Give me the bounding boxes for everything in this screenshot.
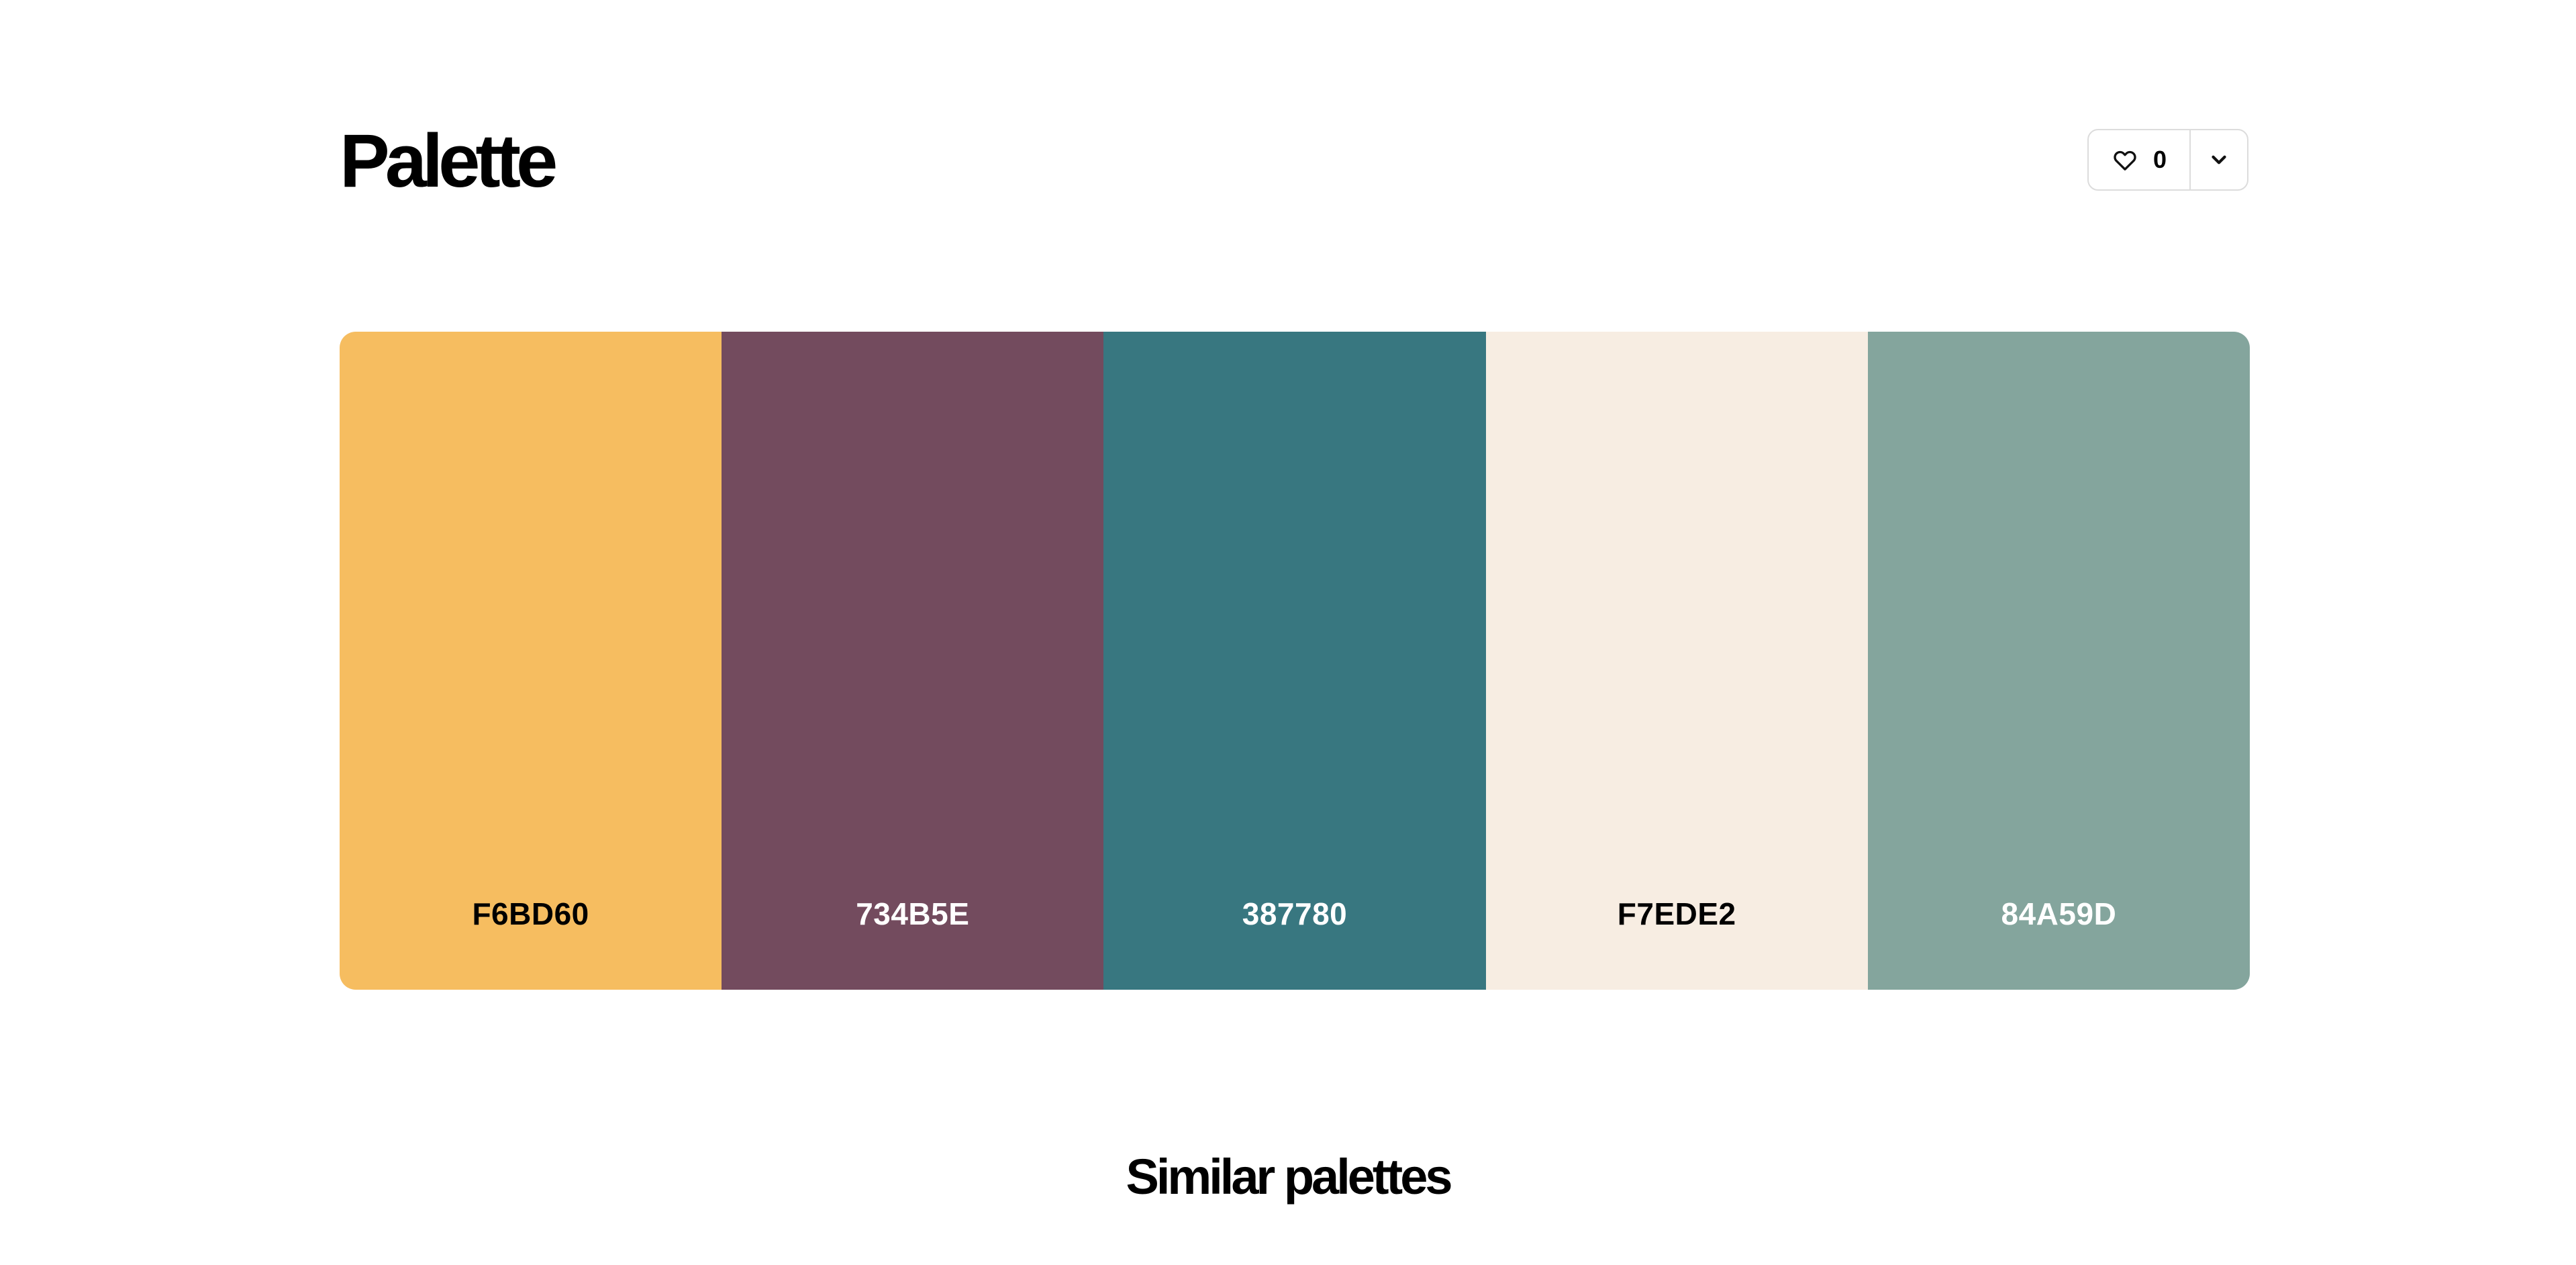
like-count: 0 xyxy=(2152,146,2167,173)
color-code: 84A59D xyxy=(2001,896,2117,931)
similar-palettes-heading: Similar palettes xyxy=(1126,1149,1452,1205)
color-swatch[interactable]: 387780 xyxy=(1103,332,1486,990)
color-swatch[interactable]: F6BD60 xyxy=(340,332,722,990)
like-button[interactable]: 0 xyxy=(2089,130,2189,189)
chevron-down-icon xyxy=(2212,155,2226,165)
color-swatch[interactable]: 734B5E xyxy=(722,332,1104,990)
color-code: 387780 xyxy=(1242,896,1348,931)
heart-outline-icon xyxy=(2114,150,2136,171)
palette-actions: 0 xyxy=(2087,129,2248,191)
color-code: F6BD60 xyxy=(472,896,589,931)
color-swatch[interactable]: 84A59D xyxy=(1867,332,2250,990)
page-title: Palette xyxy=(340,119,558,203)
more-options-button[interactable] xyxy=(2191,130,2247,189)
color-swatch[interactable]: F7EDE2 xyxy=(1485,332,1868,990)
color-code: 734B5E xyxy=(856,896,970,931)
palette-strip: F6BD60 734B5E 387780 F7EDE2 84A59D xyxy=(340,332,2250,990)
color-code: F7EDE2 xyxy=(1617,896,1736,931)
